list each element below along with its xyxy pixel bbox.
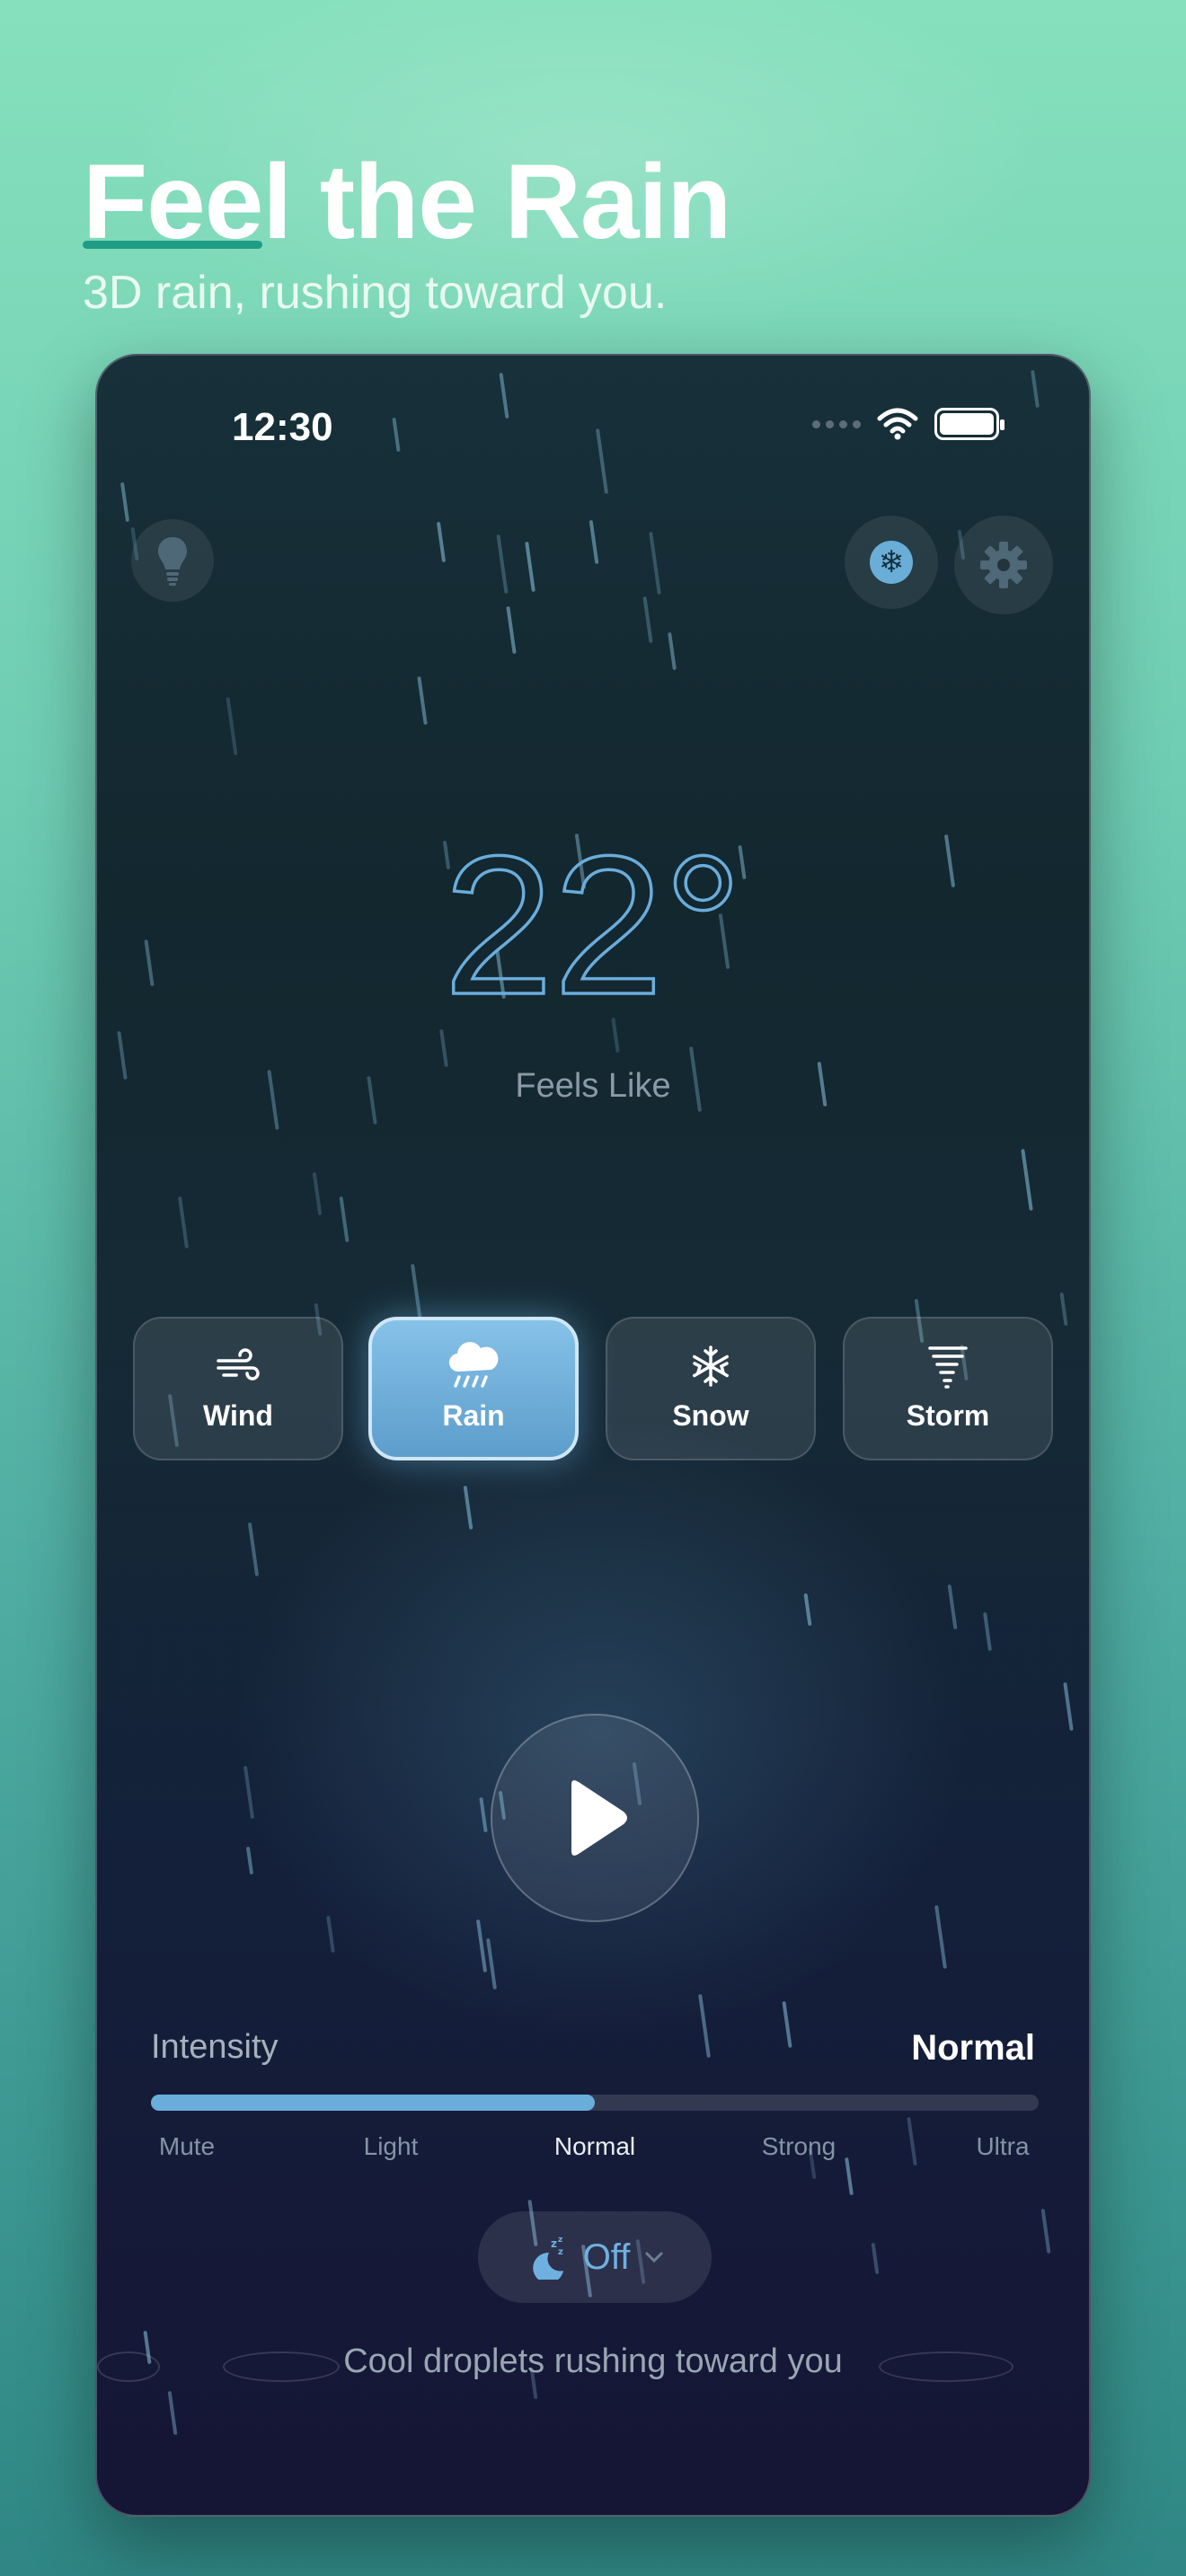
mode-snow-button[interactable]: Snow [606, 1317, 816, 1460]
intensity-label: Intensity [151, 2028, 279, 2066]
raindrop [642, 595, 653, 644]
raindrop [312, 1171, 323, 1216]
rain-cloud-icon [447, 1341, 500, 1388]
raindrop [167, 2390, 178, 2436]
raindrop [845, 2157, 854, 2196]
play-icon [571, 1780, 627, 1856]
raindrop [1021, 1149, 1033, 1211]
phone-mockup: 12:30 ❄ 22° Feels Like Wind Rain Snow St… [95, 354, 1091, 2517]
status-time: 12:30 [232, 405, 333, 449]
lightbulb-button[interactable] [131, 519, 214, 602]
sleep-timer-value: Off [582, 2236, 631, 2277]
sleep-timer-button[interactable]: z z z Off [478, 2211, 712, 2303]
mode-rain-label: Rain [442, 1398, 505, 1432]
footer-caption: Cool droplets rushing toward you [343, 2342, 843, 2380]
mode-storm-label: Storm [906, 1398, 990, 1432]
svg-text:z: z [558, 2247, 563, 2257]
raindrop [499, 372, 509, 419]
page-subtitle: 3D rain, rushing toward you. [83, 267, 668, 319]
intensity-step[interactable]: Strong [727, 2132, 871, 2161]
raindrop [506, 605, 517, 655]
raindrop [1031, 369, 1040, 409]
intensity-steps: Mute Light Normal Strong Ultra [151, 2132, 1039, 2161]
raindrop [326, 1915, 335, 1954]
raindrop [595, 428, 609, 494]
settings-button[interactable] [954, 516, 1053, 614]
raindrop [486, 1937, 497, 1990]
raindrop [1040, 2208, 1051, 2254]
status-icons [812, 408, 1005, 440]
mode-wind-label: Wind [203, 1398, 273, 1432]
svg-text:z: z [551, 2237, 557, 2250]
raindrop [479, 1796, 488, 1833]
temperature-value: 22° [444, 823, 743, 1011]
raindrop [782, 2000, 792, 2049]
mode-wind-button[interactable]: Wind [133, 1317, 343, 1460]
play-button[interactable] [491, 1714, 699, 1922]
chevron-down-icon [645, 2252, 663, 2263]
raindrop [245, 1846, 254, 1875]
raindrop [439, 1028, 448, 1068]
raindrop [436, 521, 447, 563]
raindrop [947, 1584, 958, 1630]
mode-rain-button[interactable]: Rain [368, 1317, 579, 1460]
raindrop [339, 1195, 350, 1243]
raindrop [247, 1522, 260, 1576]
moon-sleep-icon: z z z [532, 2236, 563, 2280]
title-underline [83, 241, 262, 249]
raindrop [803, 1592, 812, 1627]
raindrop [1059, 1292, 1068, 1327]
gear-icon [980, 542, 1027, 588]
signal-dots-icon [812, 419, 861, 428]
raindrop [177, 1196, 190, 1248]
mode-snow-label: Snow [672, 1398, 749, 1432]
intensity-step[interactable]: Ultra [931, 2132, 1075, 2161]
raindrop [417, 675, 428, 726]
raindrop [871, 2242, 880, 2275]
raindrop [475, 1919, 488, 1972]
raindrop [1063, 1681, 1074, 1732]
raindrop [983, 1611, 992, 1652]
raindrop [611, 1017, 620, 1054]
intensity-slider[interactable] [151, 2095, 1039, 2111]
raindrop [226, 697, 238, 755]
raindrop [243, 1766, 255, 1819]
raindrop [525, 541, 535, 593]
raindrop [463, 1485, 474, 1531]
svg-text:z: z [558, 2236, 562, 2245]
wifi-icon [877, 408, 918, 440]
raindrop [496, 534, 509, 594]
snowflake-icon: ❄ [870, 541, 913, 584]
lightbulb-icon [158, 537, 187, 586]
raindrop [392, 417, 401, 453]
mode-storm-button[interactable]: Storm [843, 1317, 1053, 1460]
raindrop [649, 532, 661, 595]
raindrop [668, 631, 677, 671]
wind-icon [215, 1345, 261, 1387]
intensity-value: Normal [911, 2028, 1035, 2068]
snowflake-icon [689, 1345, 732, 1387]
intensity-step[interactable]: Mute [115, 2132, 259, 2161]
temperature-display: 22° [97, 823, 1089, 1011]
snowflake-button[interactable]: ❄ [845, 516, 938, 609]
intensity-step[interactable]: Normal [523, 2132, 667, 2161]
raindrop [119, 481, 130, 523]
intensity-slider-fill [151, 2095, 595, 2111]
tornado-icon [926, 1345, 969, 1389]
raindrop [698, 1994, 711, 2058]
intensity-step[interactable]: Light [319, 2132, 463, 2161]
battery-icon [934, 408, 1005, 440]
raindrop [934, 1905, 947, 1969]
raindrop [589, 519, 599, 565]
feels-like-label: Feels Like [515, 1067, 671, 1105]
